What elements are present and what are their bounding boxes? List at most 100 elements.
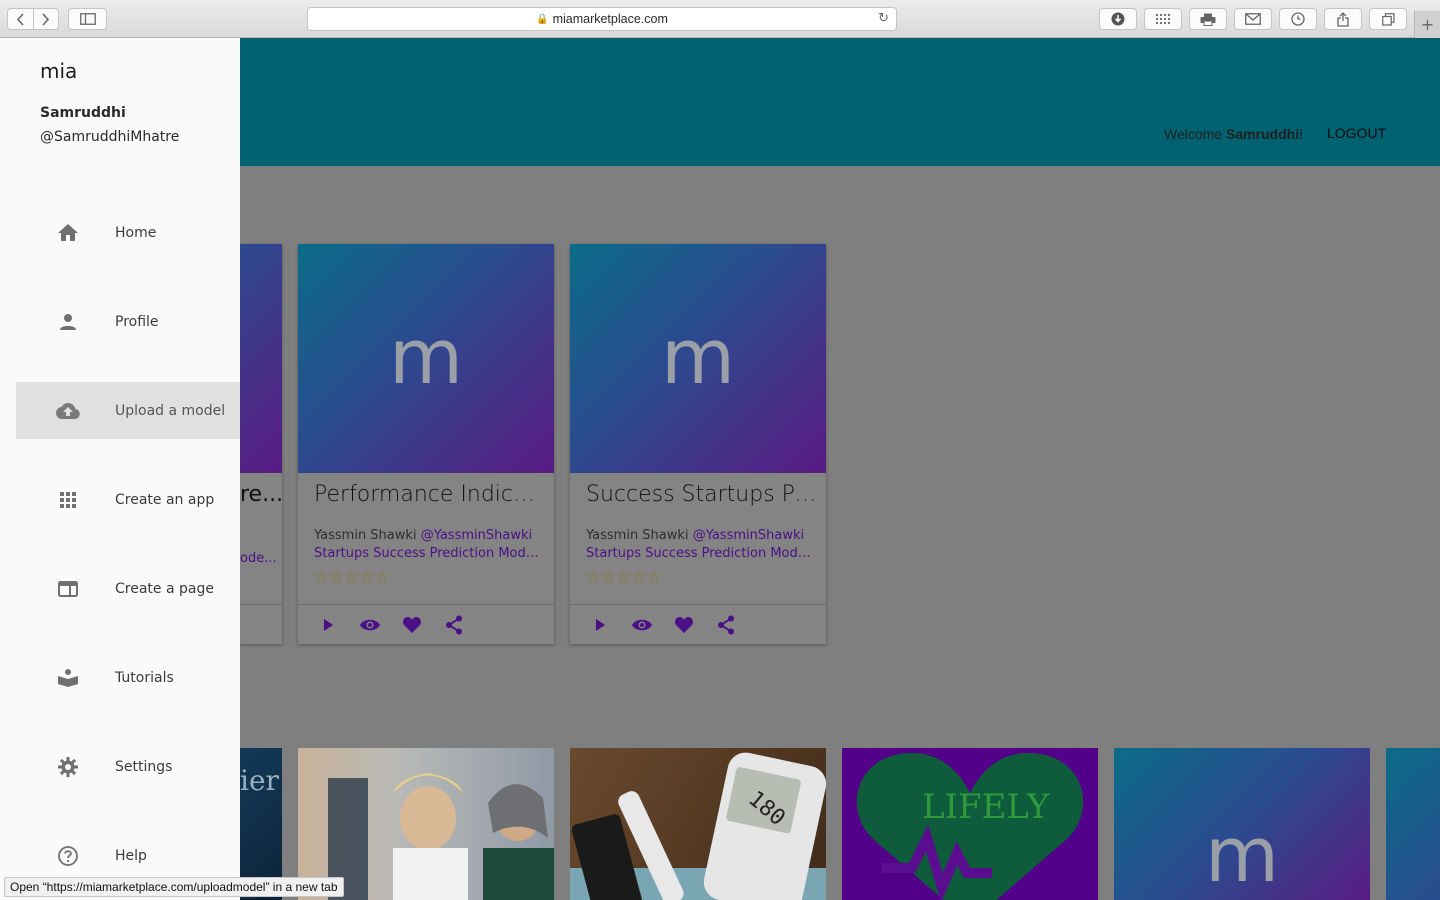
tile-letter: m <box>1204 810 1280 899</box>
nav-item-label: Tutorials <box>115 669 174 686</box>
logout-button[interactable]: LOGOUT <box>1327 125 1386 141</box>
favorite-button[interactable] <box>672 613 696 637</box>
brand-logo[interactable]: mia <box>40 59 77 83</box>
welcome-prefix: Welcome <box>1164 126 1226 142</box>
forward-button[interactable] <box>32 9 58 29</box>
user-name: Samruddhi <box>40 105 126 121</box>
top-sites-button[interactable] <box>1144 8 1182 30</box>
share-card-button[interactable] <box>714 613 738 637</box>
printer-icon <box>1200 13 1216 26</box>
heart-icon <box>403 616 421 633</box>
apps-grid-icon <box>56 488 80 512</box>
card-title[interactable]: Performance Indicat... <box>314 482 546 507</box>
model-tile-glucometer-image[interactable]: 180 <box>570 748 826 900</box>
home-icon <box>56 221 80 245</box>
nav-item-profile[interactable]: Profile <box>16 293 240 350</box>
card-description[interactable]: Startups Success Prediction Mode... <box>586 546 818 561</box>
card-actions <box>298 604 554 644</box>
card-actions <box>240 604 282 605</box>
model-tile-lifely[interactable]: LIFELY <box>842 748 1098 900</box>
tab-overview-button[interactable] <box>1369 8 1407 30</box>
play-icon <box>324 618 333 631</box>
address-bar[interactable]: 🔒 miamarketplace.com ↻ <box>307 7 897 31</box>
heart-icon <box>675 616 693 633</box>
nav-item-label: Create a page <box>115 580 214 597</box>
card-thumbnail: m <box>298 244 554 473</box>
welcome-user: Samruddhi <box>1225 126 1300 142</box>
nav-item-create-page[interactable]: Create a page <box>16 560 240 617</box>
model-card[interactable]: m Performance Indicat... Yassmin Shawki … <box>298 244 554 644</box>
eye-icon <box>632 619 652 630</box>
book-icon <box>56 666 80 690</box>
eye-icon <box>360 619 380 630</box>
author-handle[interactable]: @YassminShawki <box>693 528 804 543</box>
nav-item-label: Help <box>115 847 147 864</box>
card-letter: m <box>388 312 464 401</box>
view-button[interactable] <box>630 613 654 637</box>
model-card-partial[interactable]: re... ode... <box>240 244 282 644</box>
model-card[interactable]: m Success Startups Pre... Yassmin Shawki… <box>570 244 826 644</box>
history-nav <box>7 8 59 30</box>
link-status-bar: Open “https://miamarketplace.com/uploadm… <box>4 877 344 897</box>
share-card-button[interactable] <box>442 613 466 637</box>
glucometer-photo: 180 <box>570 752 826 900</box>
view-button[interactable] <box>358 613 382 637</box>
run-button[interactable] <box>316 613 340 637</box>
card-description[interactable]: ode... <box>240 551 277 566</box>
card-author: Yassmin Shawki @YassminShawki <box>586 528 804 543</box>
mail-button[interactable] <box>1234 8 1272 30</box>
person-icon <box>56 310 80 334</box>
share-button[interactable] <box>1324 8 1362 30</box>
nav-item-label: Create an app <box>115 491 215 508</box>
card-description[interactable]: Startups Success Prediction Mode... <box>314 546 546 561</box>
lock-icon: 🔒 <box>536 13 549 25</box>
welcome-text: Welcome Samruddhi! <box>1164 126 1303 142</box>
web-page-icon <box>56 577 80 601</box>
history-button[interactable] <box>1279 8 1317 30</box>
card-thumbnail: m <box>570 244 826 473</box>
new-tab-button[interactable]: + <box>1414 11 1440 38</box>
share-nodes-icon <box>718 615 734 634</box>
nav-item-tutorials[interactable]: Tutorials <box>16 649 240 706</box>
print-button[interactable] <box>1189 8 1227 30</box>
author-name: Yassmin Shawki <box>314 528 417 543</box>
gear-icon <box>56 755 80 779</box>
lifely-text: LIFELY <box>922 787 1050 827</box>
grid-dots-icon <box>1155 13 1171 25</box>
model-tile[interactable]: m <box>1114 748 1370 900</box>
back-button[interactable] <box>8 9 33 29</box>
nav-item-upload-model[interactable]: Upload a model <box>16 382 240 439</box>
chevron-right-icon <box>42 12 50 26</box>
help-circle-icon <box>56 844 80 868</box>
address-bar-url: miamarketplace.com <box>552 12 668 26</box>
download-icon <box>1111 12 1125 26</box>
card-title[interactable]: Success Startups Pre... <box>586 482 818 507</box>
model-tile-partial[interactable] <box>1386 748 1440 900</box>
author-name: Yassmin Shawki <box>586 528 689 543</box>
downloads-button[interactable] <box>1099 8 1137 30</box>
nav-item-label: Profile <box>115 313 159 330</box>
nav-item-home[interactable]: Home <box>16 204 240 261</box>
browser-toolbar: 🔒 miamarketplace.com ↻ + <box>0 0 1440 38</box>
welcome-suffix: ! <box>1299 126 1303 142</box>
nav-item-settings[interactable]: Settings <box>16 738 240 795</box>
run-button[interactable] <box>588 613 612 637</box>
nav-item-create-app[interactable]: Create an app <box>16 471 240 528</box>
star-rating[interactable]: ☆☆☆☆☆ <box>586 568 663 586</box>
star-rating[interactable]: ☆☆☆☆☆ <box>314 568 391 586</box>
card-author: Yassmin Shawki @YassminShawki <box>314 528 532 543</box>
favorite-button[interactable] <box>400 613 424 637</box>
share-nodes-icon <box>446 615 462 634</box>
author-handle[interactable]: @YassminShawki <box>421 528 532 543</box>
reload-icon[interactable]: ↻ <box>878 11 889 26</box>
chevron-left-icon <box>16 12 24 26</box>
play-icon <box>596 618 605 631</box>
share-icon <box>1337 11 1349 27</box>
navigation-drawer: mia Samruddhi @SamruddhiMhatre Home Prof… <box>0 38 240 900</box>
cloud-upload-icon <box>56 399 80 423</box>
nav-item-label: Settings <box>115 758 173 775</box>
sidebar-toggle-button[interactable] <box>68 8 107 30</box>
clock-icon <box>1291 12 1305 26</box>
nav-item-help[interactable]: Help <box>16 827 240 884</box>
card-thumbnail <box>240 244 282 473</box>
